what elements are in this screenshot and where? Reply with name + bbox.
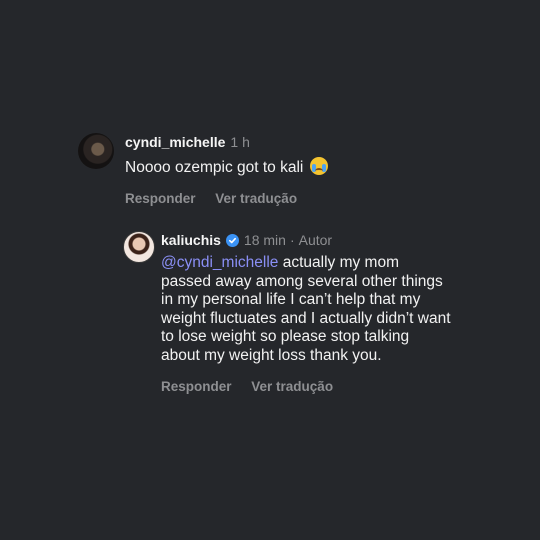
verified-badge-icon (225, 233, 239, 247)
reply-button[interactable]: Responder (161, 379, 232, 394)
reply-button[interactable]: Responder (125, 191, 196, 206)
comment-meta: cyndi_michelle 1 h (125, 133, 328, 151)
timestamp: 18 min (243, 232, 286, 248)
crying-face-icon (309, 157, 328, 175)
author-label: Autor (298, 232, 333, 248)
comment-text: @cyndi_michelle actually my mom passed a… (161, 254, 451, 366)
comment-body: kaliuchis 18 min · Autor @cyndi_michelle… (161, 231, 451, 394)
see-translation-button[interactable]: Ver tradução (215, 191, 297, 206)
see-translation-button[interactable]: Ver tradução (251, 379, 333, 394)
comment-body: cyndi_michelle 1 h Noooo ozempic got to … (125, 133, 328, 206)
comment-text: Noooo ozempic got to kali (125, 157, 328, 178)
mention-link[interactable]: @cyndi_michelle (161, 254, 278, 271)
avatar[interactable] (78, 133, 114, 169)
username[interactable]: kaliuchis (161, 231, 221, 249)
avatar[interactable] (123, 231, 155, 263)
comment-meta: kaliuchis 18 min · Autor (161, 231, 451, 249)
comment-actions: Responder Ver tradução (125, 191, 328, 206)
username[interactable]: cyndi_michelle (125, 133, 225, 151)
comment-text-content: Noooo ozempic got to kali (125, 159, 304, 176)
separator: · (289, 232, 295, 248)
timestamp: 1 h (230, 134, 250, 150)
comment-actions: Responder Ver tradução (161, 379, 451, 394)
